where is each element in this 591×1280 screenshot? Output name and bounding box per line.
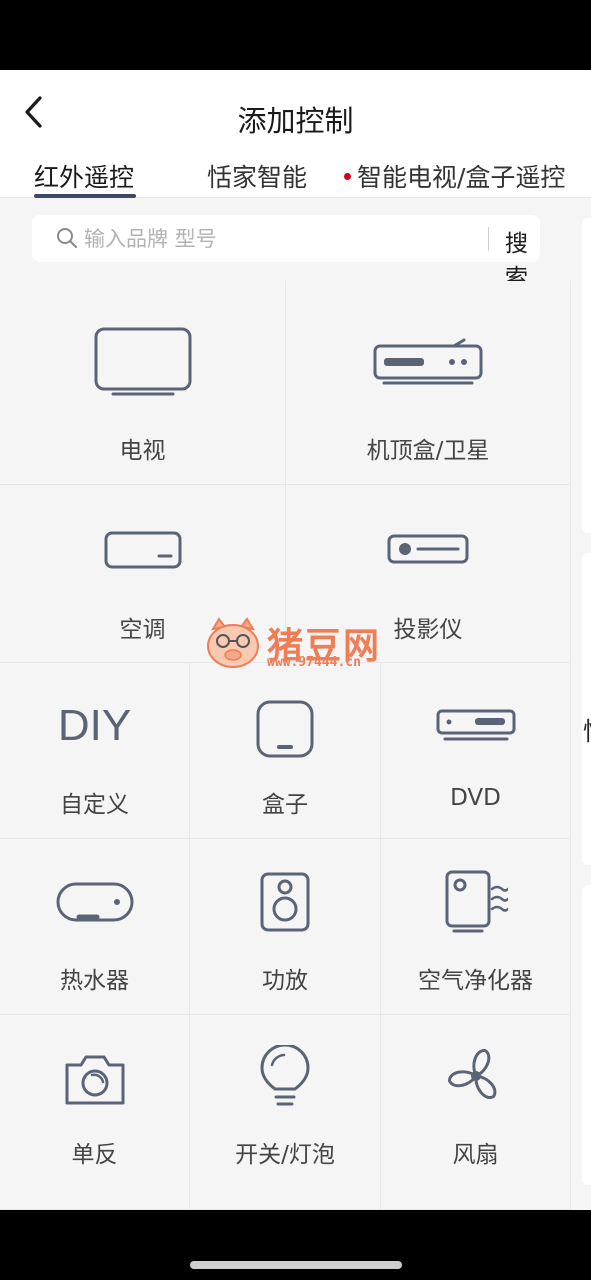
- search-bar: 搜索: [32, 215, 540, 291]
- search-input[interactable]: [84, 223, 444, 255]
- device-label: 功放: [262, 968, 308, 994]
- diy-icon: DIY: [57, 701, 132, 750]
- air-purifier-icon: [445, 870, 508, 933]
- tab-smart-tv-box[interactable]: 智能电视/盒子遥控: [357, 158, 565, 194]
- dvd-icon: [436, 709, 515, 741]
- watermark: 猪豆网 www.97444.cn: [205, 615, 385, 675]
- projector-icon: [387, 534, 469, 564]
- box-icon: [256, 700, 314, 758]
- new-indicator-dot: [344, 173, 351, 180]
- side-card: [582, 885, 591, 1185]
- device-label: 自定义: [60, 792, 129, 818]
- water-heater-icon: [56, 882, 133, 922]
- tab-ir-remote[interactable]: 红外遥控: [34, 158, 134, 194]
- bulb-icon: [260, 1045, 310, 1106]
- search-icon: [57, 228, 77, 248]
- search-divider: [488, 227, 489, 251]
- device-dvd[interactable]: DVD: [381, 663, 571, 839]
- device-air-purifier[interactable]: 空气净化器: [381, 839, 571, 1015]
- fan-icon: [447, 1049, 496, 1100]
- system-gesture-bar: [0, 1210, 591, 1280]
- device-label: 开关/灯泡: [235, 1142, 335, 1168]
- side-peek-text: 恬: [583, 712, 591, 748]
- air-conditioner-icon: [104, 531, 181, 569]
- device-label: 空气净化器: [418, 968, 533, 994]
- page-title: 添加控制: [237, 104, 354, 138]
- device-custom[interactable]: DIY 自定义: [0, 663, 190, 839]
- device-label: 单反: [71, 1142, 118, 1168]
- device-label: DVD: [450, 785, 501, 811]
- tv-icon: [94, 327, 191, 396]
- device-label: 电视: [119, 438, 166, 464]
- tab-tianjia-smart[interactable]: 恬家智能: [207, 158, 307, 194]
- device-fan[interactable]: 风扇: [381, 1015, 571, 1210]
- watermark-url: www.97444.cn: [267, 655, 361, 670]
- pig-logo-icon: [207, 617, 259, 668]
- device-label: 热水器: [60, 968, 129, 994]
- device-grid: 电视 机顶盒/卫星 空调 投影仪 DIY 自定义 盒子 DVD 热水器 功放 空…: [0, 281, 571, 1210]
- device-label: 盒子: [262, 792, 308, 818]
- side-card: [582, 553, 591, 865]
- status-bar: [0, 0, 591, 70]
- camera-icon: [65, 1055, 124, 1105]
- speaker-icon: [260, 872, 310, 932]
- device-label: 风扇: [452, 1142, 499, 1168]
- set-top-box-icon: [373, 338, 483, 385]
- active-tab-indicator: [34, 194, 136, 198]
- device-switch-bulb[interactable]: 开关/灯泡: [190, 1015, 381, 1210]
- tab-bar: 红外遥控 恬家智能 智能电视/盒子遥控: [0, 150, 591, 198]
- device-box[interactable]: 盒子: [190, 663, 381, 839]
- app-screen: 添加控制 红外遥控 恬家智能 智能电视/盒子遥控 搜索 电视: [0, 70, 591, 1210]
- device-set-top-box[interactable]: 机顶盒/卫星: [286, 281, 571, 485]
- home-indicator[interactable]: [190, 1261, 402, 1269]
- device-tv[interactable]: 电视: [0, 281, 286, 485]
- device-water-heater[interactable]: 热水器: [0, 839, 190, 1015]
- device-slr-camera[interactable]: 单反: [0, 1015, 190, 1210]
- device-amplifier[interactable]: 功放: [190, 839, 381, 1015]
- device-label: 机顶盒/卫星: [366, 438, 490, 464]
- header: 添加控制: [0, 70, 591, 150]
- side-card: [582, 218, 591, 533]
